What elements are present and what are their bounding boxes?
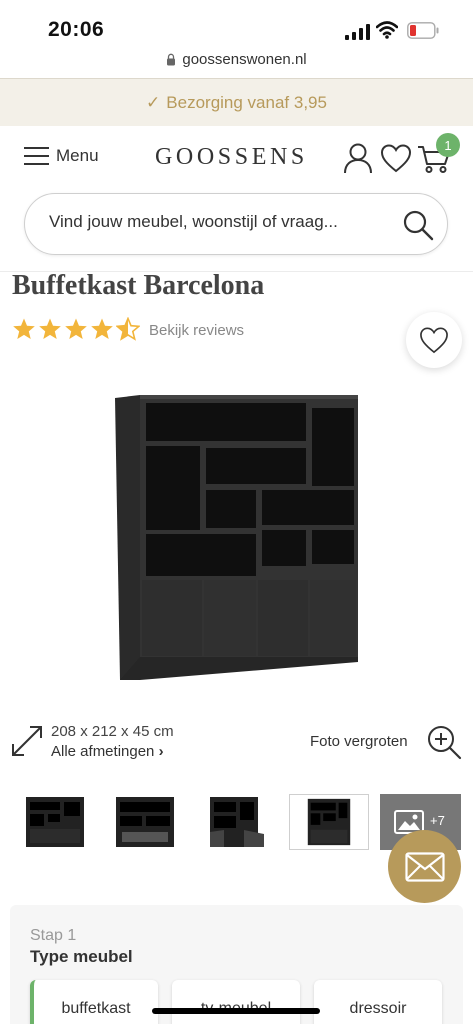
checkmark-icon: ✓	[146, 92, 161, 112]
wifi-icon	[376, 21, 398, 39]
reviews-link[interactable]: Bekijk reviews	[149, 322, 244, 339]
star-full-icon	[91, 318, 113, 339]
search-input[interactable]	[49, 212, 389, 232]
home-indicator[interactable]	[152, 1008, 320, 1014]
thumbnail-2[interactable]	[112, 794, 178, 850]
battery-low-icon	[407, 22, 439, 39]
contact-mail-button[interactable]	[388, 830, 461, 903]
cart-count-badge: 1	[436, 133, 460, 157]
url-text: goossenswonen.nl	[182, 51, 307, 68]
star-full-icon	[39, 318, 61, 339]
more-photos-count: +7	[430, 813, 445, 828]
product-title: Buffetkast Barcelona	[12, 270, 265, 301]
wishlist-button[interactable]	[406, 312, 462, 368]
thumbnail-3[interactable]	[204, 794, 270, 850]
all-dimensions-link[interactable]: Alle afmetingen ›	[51, 743, 164, 760]
product-dimensions: 208 x 212 x 45 cm	[51, 723, 174, 740]
all-dimensions-label: Alle afmetingen	[51, 743, 155, 760]
option-buffetkast[interactable]: buffetkast	[30, 980, 158, 1024]
thumbnail-1[interactable]	[22, 794, 88, 850]
zoom-in-icon[interactable]	[426, 724, 462, 760]
thumbnail-4-selected[interactable]	[289, 794, 369, 850]
status-bar: 20:06	[0, 0, 473, 48]
promo-text: Bezorging vanaf 3,95	[166, 92, 327, 112]
lock-icon	[167, 53, 176, 66]
envelope-icon	[404, 851, 445, 882]
user-icon[interactable]	[343, 142, 373, 174]
hamburger-icon	[24, 147, 49, 165]
chevron-right-icon: ›	[158, 743, 164, 760]
option-tv-meubel[interactable]: tv-meubel	[172, 980, 300, 1024]
site-header: Menu GOOSSENS	[0, 126, 473, 190]
search-bar	[24, 193, 448, 255]
status-time: 20:06	[48, 18, 105, 41]
step-title: Type meubel	[30, 947, 133, 966]
step-label: Stap 1	[30, 927, 77, 944]
option-dressoir[interactable]: dressoir	[314, 980, 442, 1024]
delivery-promo-bar: ✓ Bezorging vanaf 3,95	[0, 78, 473, 126]
product-configurator: Stap 1 Type meubel buffetkast tv-meubel …	[10, 905, 463, 1024]
menu-label: Menu	[56, 146, 99, 165]
dimensions-arrow-icon	[12, 726, 42, 756]
product-image[interactable]	[112, 390, 362, 685]
site-logo[interactable]: GOOSSENS	[155, 144, 308, 171]
cellular-signal-icon	[345, 24, 370, 40]
browser-url-bar[interactable]: goossenswonen.nl	[0, 48, 473, 78]
rating-stars[interactable]	[12, 317, 140, 341]
heart-icon[interactable]	[380, 143, 412, 173]
star-half-icon	[116, 317, 140, 341]
photo-enlarge-label[interactable]: Foto vergroten	[310, 733, 408, 750]
menu-button[interactable]: Menu	[24, 146, 99, 166]
heart-icon	[420, 327, 448, 354]
star-full-icon	[65, 318, 87, 339]
search-icon[interactable]	[402, 209, 434, 241]
star-full-icon	[13, 318, 35, 339]
